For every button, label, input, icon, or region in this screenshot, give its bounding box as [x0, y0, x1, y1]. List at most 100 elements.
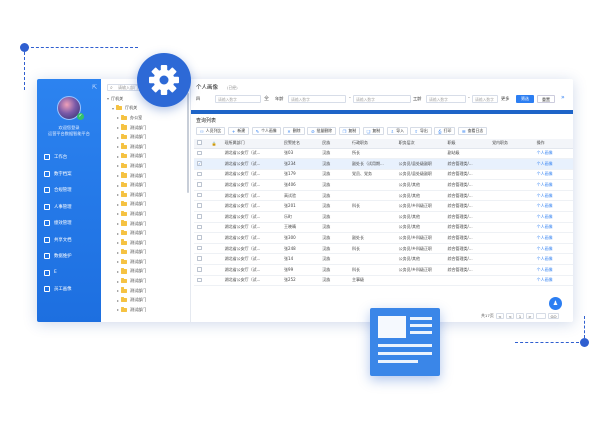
more-filters-link[interactable]: 更多 — [501, 96, 509, 102]
tree-node[interactable]: ▸ 测试部门 — [107, 123, 187, 133]
portrait-link[interactable]: 个人画像 — [533, 243, 573, 255]
tree-node[interactable]: ▸ 测试部门 — [107, 219, 187, 229]
tree-scrollbar[interactable] — [187, 93, 189, 193]
table-row[interactable]: 湖北省公安厅（试... 张99 汉族 科长 公务员/乡科级正职 综合管理类/... 个人画像 — [194, 264, 573, 276]
expand-filters-icon[interactable]: » — [561, 94, 565, 101]
row-checkbox[interactable] — [197, 224, 202, 230]
row-checkbox[interactable] — [197, 267, 202, 272]
tree-node[interactable]: ▸ 测试部门 — [107, 190, 187, 200]
tree-node[interactable]: ▸ 测试部门 — [107, 228, 187, 238]
table-row[interactable]: 湖北省公安厅（试... 乐町 汉族 公务员/其他 综合管理类/... 个人画像 — [194, 211, 573, 223]
age-from-input[interactable]: 请输入数字 — [288, 94, 346, 103]
search-button[interactable]: 筛选 — [516, 95, 534, 103]
tree-node[interactable]: ▸ 测试部门 — [107, 200, 187, 210]
pager-next-button[interactable]: > — [525, 312, 535, 320]
portrait-link[interactable]: 个人画像 — [533, 222, 573, 234]
tenure-to-input[interactable]: 请输入数字 — [472, 94, 498, 103]
portrait-link[interactable]: 个人画像 — [533, 148, 573, 160]
table-row[interactable]: 湖北省公安厅（试... 张252 汉族 主事级 个人画像 — [194, 275, 573, 287]
tree-node[interactable]: ▸ 测试部门 — [107, 161, 187, 171]
tenure-from-input[interactable]: 请输入数字 — [426, 94, 466, 103]
table-row[interactable]: 湖北省公安厅（试... 高试验 汉族 公务员/其他 综合管理类/... 个人画像 — [194, 190, 573, 202]
toolbar-button-5[interactable]: ❐ 复制 — [338, 127, 361, 135]
tree-node[interactable]: ▸ 测试部门 — [107, 180, 187, 190]
toolbar-button-7[interactable]: ⇩ 导入 — [386, 127, 408, 135]
portrait-link[interactable]: 个人画像 — [533, 169, 573, 181]
toolbar-button-6[interactable]: ❏ 复制 — [362, 127, 385, 135]
table-row[interactable]: 湖北省公安厅（试... 张03 汉族 所长 副站级 个人画像 — [194, 148, 573, 160]
toolbar-button-4[interactable]: ⊘ 批量删除 — [307, 127, 337, 135]
sidebar-item-8[interactable]: 员工画像 — [37, 281, 101, 298]
assistant-fab-icon[interactable]: ♟ — [549, 297, 562, 310]
tree-node[interactable]: ▸ 测试部门 — [107, 209, 187, 219]
tree-node[interactable]: ▸ 测试部门 — [107, 286, 187, 296]
toolbar-button-9[interactable]: ⎙ 打印 — [434, 127, 456, 135]
row-checkbox[interactable] — [197, 235, 202, 240]
pager-prev-button-2[interactable]: < — [506, 312, 515, 320]
table-row[interactable]: 湖北省公安厅（试... 张14 汉族 公务员/其他 综合管理类/... 个人画像 — [194, 253, 573, 266]
select-all-checkbox[interactable] — [197, 140, 202, 146]
sidebar-item-6[interactable]: 数据维护 — [37, 248, 101, 265]
toolbar-button-0[interactable]: ⚇ 人员列比 — [196, 127, 226, 135]
sidebar-item-5[interactable]: 共享文档 — [37, 232, 101, 249]
portrait-link[interactable]: 个人画像 — [533, 264, 573, 276]
pager-goto-input[interactable] — [536, 312, 547, 320]
tree-node[interactable]: ▸ 测试部门 — [107, 257, 187, 267]
reset-button[interactable]: 重置 — [537, 95, 555, 103]
tree-node[interactable]: ▸ 测试部门 — [107, 132, 187, 142]
tree-node[interactable]: ▸ 测试部门 — [107, 238, 187, 248]
sidebar-item-7[interactable]: E — [37, 265, 101, 282]
row-checkbox[interactable] — [197, 150, 202, 156]
table-row[interactable]: 湖北省公安厅（试... 张406 汉族 公务员/其他 综合管理类/... 个人画像 — [194, 179, 573, 191]
toolbar-button-10[interactable]: ☰ 查看日志 — [457, 127, 488, 135]
pager-page-input[interactable]: 1 — [516, 312, 524, 320]
pager-go-button[interactable]: GO — [548, 312, 560, 320]
portrait-link[interactable]: 个人画像 — [533, 211, 573, 223]
row-checkbox[interactable] — [197, 182, 202, 187]
tree-node[interactable]: ▸ 测试部门 — [107, 295, 187, 305]
portrait-link[interactable]: 个人画像 — [533, 158, 573, 170]
row-checkbox[interactable] — [197, 277, 202, 283]
name-filter-input[interactable]: 请输入数字 — [215, 94, 261, 103]
tree-node[interactable]: ▸ 测试部门 — [107, 171, 187, 181]
sidebar-item-0[interactable]: 工作台 — [37, 149, 101, 166]
cell-dept: 湖北省公安厅（试... — [221, 275, 282, 287]
table-row[interactable]: 湖北省公安厅（试... 王晓晴 汉族 公务员/其他 综合管理类/... 个人画像 — [194, 222, 573, 234]
row-checkbox[interactable] — [197, 214, 202, 219]
row-checkbox[interactable] — [197, 192, 202, 198]
tree-node[interactable]: ▸ 测试部门 — [107, 276, 187, 286]
row-checkbox[interactable] — [197, 245, 202, 251]
toolbar-button-2[interactable]: ✎ 个人画像 — [251, 127, 281, 135]
sidebar-item-2[interactable]: 合规管理 — [37, 182, 101, 199]
row-checkbox[interactable] — [197, 256, 202, 262]
toolbar-button-3[interactable]: ✕ 删除 — [283, 127, 305, 135]
tree-node[interactable]: ▸ 测试部门 — [107, 248, 187, 258]
sidebar-item-3[interactable]: 人事管理 — [37, 199, 101, 216]
table-row[interactable]: 湖北省公安厅（试... 张179 汉族 党员、党务 公务员/县处级副职 综合管理类/...… — [194, 169, 573, 181]
tree-node[interactable]: ▸ 测试部门 — [107, 152, 187, 162]
portrait-link[interactable]: 个人画像 — [533, 232, 573, 244]
portrait-link[interactable]: 个人画像 — [533, 253, 573, 266]
tree-node[interactable]: ▸ 测试部门 — [107, 267, 187, 277]
tree-node[interactable]: ▸ 测试部门 — [107, 305, 187, 315]
portrait-link[interactable]: 个人画像 — [533, 275, 573, 287]
table-row[interactable]: 湖北省公安厅（试... 张300 汉族 副处长 公务员/乡科级正职 综合管理类/... 个人… — [194, 232, 573, 244]
toolbar-button-1[interactable]: + 新建 — [227, 127, 250, 135]
table-row[interactable]: 湖北省公安厅（试... 张248 汉族 科长 公务员/乡科级正职 综合管理类/... 个人画… — [194, 243, 573, 255]
age-to-input[interactable]: 请输入数字 — [353, 94, 411, 103]
collapse-icon[interactable]: ⇱ — [92, 84, 97, 91]
tree-node[interactable]: ▸ 测试部门 — [107, 142, 187, 152]
table-row[interactable]: 湖北省公安厅（试... 张201 汉族 科长 公务员/乡科级正职 综合管理类/... 个人画… — [194, 200, 573, 213]
portrait-link[interactable]: 个人画像 — [533, 179, 573, 191]
tree-node[interactable]: ▸ 办公室 — [107, 113, 187, 123]
sidebar-item-1[interactable]: 数字档案 — [37, 166, 101, 183]
table-row[interactable]: ✓ 湖北省公安厅（试... 张234 汉族 副处长（试用期... 公务员/县处级副职 综合管… — [194, 158, 573, 170]
pager-prev-button[interactable]: < — [495, 312, 504, 320]
row-checkbox[interactable] — [197, 171, 202, 177]
toolbar-button-8[interactable]: ⇧ 导出 — [410, 127, 432, 135]
row-checkbox[interactable] — [197, 203, 202, 209]
portrait-link[interactable]: 个人画像 — [533, 200, 573, 213]
sidebar-item-4[interactable]: 绩效管理 — [37, 215, 101, 232]
portrait-link[interactable]: 个人画像 — [533, 190, 573, 202]
row-checkbox[interactable]: ✓ — [197, 161, 202, 166]
